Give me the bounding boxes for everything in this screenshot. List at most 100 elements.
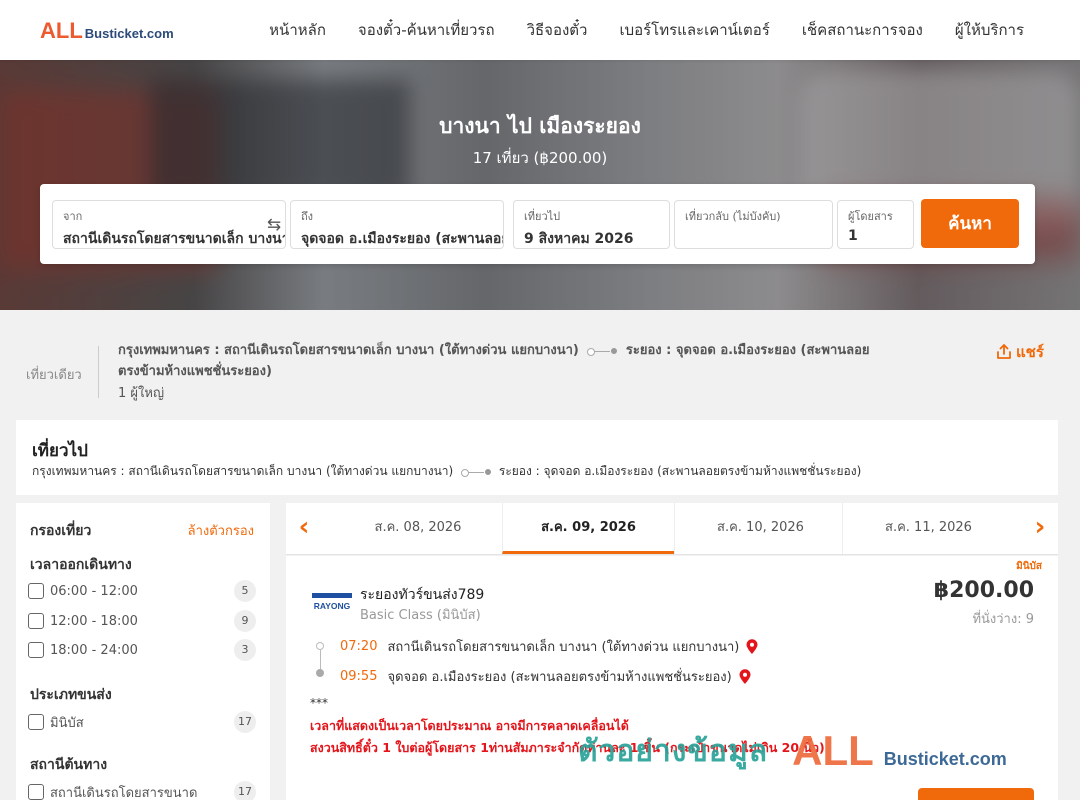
checkbox[interactable] xyxy=(28,784,44,800)
filter-option-minibus[interactable]: มินิบัส 17 xyxy=(28,710,256,734)
date-tab[interactable]: ส.ค. 10, 2026 xyxy=(674,503,846,554)
outbound-origin: กรุงเทพมหานคร : สถานีเดินรถโดยสารขนาดเล็… xyxy=(32,464,454,478)
to-value: จุดจอด อ.เมืองระยอง (สะพานลอย xyxy=(301,231,504,247)
watermark: ตัวอย่างข้อมูล ALL Busticket.com xyxy=(578,727,1007,774)
clear-filters-button[interactable]: ล้างตัวกรอง xyxy=(188,520,254,541)
summary-route: กรุงเทพมหานคร : สถานีเดินรถโดยสารขนาดเล็… xyxy=(118,340,878,382)
to-field[interactable]: ถึง จุดจอด อ.เมืองระยอง (สะพานลอย xyxy=(290,200,504,249)
filter-option-evening[interactable]: 18:00 - 24:00 3 xyxy=(28,638,256,662)
chevron-right-icon[interactable]: › xyxy=(1028,514,1052,541)
vehicle-type-tag: มินิบัส xyxy=(1016,561,1042,572)
logo-busticket-text: Busticket.com xyxy=(84,26,174,41)
filter-option-afternoon[interactable]: 12:00 - 18:00 9 xyxy=(28,609,256,633)
map-pin-icon[interactable] xyxy=(745,638,759,655)
seats-available: ที่นั่งว่าง: 9 xyxy=(972,612,1034,627)
summary-divider xyxy=(98,346,99,398)
checkbox[interactable] xyxy=(28,714,44,730)
timeline-line xyxy=(320,650,321,670)
date-tab[interactable]: ส.ค. 08, 2026 xyxy=(332,503,504,554)
operator-logo-text: RAYONG xyxy=(314,601,351,611)
nav-how-to-book[interactable]: วิธีจองตั๋ว xyxy=(527,18,588,42)
depart-value: 9 สิงหาคม 2026 xyxy=(524,231,634,247)
operator-logo: RAYONG xyxy=(312,593,352,611)
share-button[interactable]: แชร์ xyxy=(996,340,1044,364)
search-button[interactable]: ค้นหา xyxy=(921,199,1019,248)
passenger-field[interactable]: ผู้โดยสาร 1 xyxy=(837,200,914,249)
filter-option-label: สถานีเดินรถโดยสารขนาด xyxy=(50,785,198,800)
depart-label: เที่ยวไป xyxy=(524,210,561,223)
outbound-title: เที่ยวไป xyxy=(32,441,88,461)
chevron-left-icon[interactable]: ‹ xyxy=(292,514,316,541)
passenger-value: 1 xyxy=(848,228,858,244)
route-title: บางนา ไป เมืองระยอง xyxy=(439,114,641,138)
filter-option-morning[interactable]: 06:00 - 12:00 5 xyxy=(28,579,256,603)
summary-passengers: 1 ผู้ใหญ่ xyxy=(118,386,165,401)
outbound-destination: ระยอง : จุดจอด อ.เมืองระยอง (สะพานลอยตรง… xyxy=(498,464,862,478)
departure-stop: 07:20 สถานีเดินรถโดยสารขนาดเล็ก บางนา (ใ… xyxy=(340,636,759,657)
from-value: สถานีเดินรถโดยสารขนาดเล็ก บางนา xyxy=(63,231,286,247)
filter-count-badge: 17 xyxy=(234,781,256,800)
nav-home[interactable]: หน้าหลัก xyxy=(269,18,326,42)
trip-type-label: เที่ยวเดียว xyxy=(26,368,82,383)
return-date-field[interactable]: เที่ยวกลับ (ไม่บังคับ) xyxy=(674,200,833,249)
select-trip-button[interactable] xyxy=(918,788,1034,800)
date-selector: ‹ ส.ค. 08, 2026 ส.ค. 09, 2026 ส.ค. 10, 2… xyxy=(286,503,1058,555)
nav-check-booking[interactable]: เช็คสถานะการจอง xyxy=(802,18,923,42)
logo-all-text: ALL xyxy=(40,18,83,43)
operator-name: ระยองทัวร์ขนส่ง789 xyxy=(360,587,485,603)
departure-time: 07:20 xyxy=(340,639,378,654)
filter-count-badge: 5 xyxy=(234,580,256,602)
arrival-station: จุดจอด อ.เมืองระยอง (สะพานลอยตรงข้ามห้าง… xyxy=(387,670,732,685)
filter-option-label: 18:00 - 24:00 xyxy=(50,642,138,658)
filter-count-badge: 17 xyxy=(234,711,256,733)
from-field[interactable]: จาก สถานีเดินรถโดยสารขนาดเล็ก บางนา xyxy=(52,200,286,249)
checkbox[interactable] xyxy=(28,642,44,658)
nav-book-search[interactable]: จองตั๋ว-ค้นหาเที่ยวรถ xyxy=(358,18,495,42)
note-marker: *** xyxy=(310,696,328,710)
main-nav: หน้าหลัก จองตั๋ว-ค้นหาเที่ยวรถ วิธีจองตั… xyxy=(269,0,1024,60)
timeline-start-dot xyxy=(316,642,324,650)
filter-title: กรองเที่ยว xyxy=(30,523,92,539)
filter-count-badge: 3 xyxy=(234,639,256,661)
summary-origin: กรุงเทพมหานคร : สถานีเดินรถโดยสารขนาดเล็… xyxy=(118,343,579,358)
arrival-stop: 09:55 จุดจอด อ.เมืองระยอง (สะพานลอยตรงข้… xyxy=(340,666,752,687)
share-icon xyxy=(997,344,1011,359)
hero-banner: บางนา ไป เมืองระยอง 17 เที่ยว (฿200.00) … xyxy=(0,60,1080,310)
top-navigation-bar: ALL Busticket.com หน้าหลัก จองตั๋ว-ค้นหา… xyxy=(0,0,1080,60)
depart-date-field[interactable]: เที่ยวไป 9 สิงหาคม 2026 xyxy=(513,200,670,249)
nav-operators[interactable]: ผู้ให้บริการ xyxy=(955,18,1024,42)
filter-group-title: สถานีต้นทาง xyxy=(30,757,108,773)
checkbox[interactable] xyxy=(28,613,44,629)
outbound-section: เที่ยวไป กรุงเทพมหานคร : สถานีเดินรถโดยส… xyxy=(16,420,1058,495)
filter-option-label: 06:00 - 12:00 xyxy=(50,583,138,599)
filter-count-badge: 9 xyxy=(234,610,256,632)
watermark-text: ตัวอย่างข้อมูล xyxy=(578,733,769,769)
filter-option-origin-station[interactable]: สถานีเดินรถโดยสารขนาด 17 xyxy=(28,780,256,800)
swap-arrows-icon[interactable]: ⇆ xyxy=(264,215,284,235)
date-tab[interactable]: ส.ค. 11, 2026 xyxy=(842,503,1014,554)
date-tab-active[interactable]: ส.ค. 09, 2026 xyxy=(502,503,674,554)
filter-option-label: 12:00 - 18:00 xyxy=(50,613,138,629)
filter-sidebar: กรองเที่ยว ล้างตัวกรอง เวลาออกเดินทาง 06… xyxy=(16,503,270,800)
share-label: แชร์ xyxy=(1016,343,1044,361)
checkbox[interactable] xyxy=(28,583,44,599)
route-connector-icon xyxy=(461,467,492,477)
filter-group-title: เวลาออกเดินทาง xyxy=(30,557,132,573)
site-logo[interactable]: ALL Busticket.com xyxy=(40,18,174,44)
filter-option-label: มินิบัส xyxy=(50,715,84,731)
to-label: ถึง xyxy=(301,210,314,223)
departure-station: สถานีเดินรถโดยสารขนาดเล็ก บางนา (ใต้ทางด… xyxy=(387,640,740,655)
watermark-logo-all: ALL xyxy=(792,727,874,774)
ticket-price: ฿200.00 xyxy=(933,578,1034,603)
search-form: จาก สถานีเดินรถโดยสารขนาดเล็ก บางนา ⇆ ถึ… xyxy=(40,184,1035,264)
from-label: จาก xyxy=(63,210,83,223)
nav-phone-counter[interactable]: เบอร์โทรและเคาน์เตอร์ xyxy=(619,18,769,42)
trip-summary: เที่ยวเดียว กรุงเทพมหานคร : สถานีเดินรถโ… xyxy=(0,310,1080,420)
outbound-route: กรุงเทพมหานคร : สถานีเดินรถโดยสารขนาดเล็… xyxy=(32,462,861,481)
timeline-end-dot xyxy=(316,669,324,677)
route-connector-icon xyxy=(587,346,618,356)
passenger-label: ผู้โดยสาร xyxy=(848,210,893,223)
filter-group-title: ประเภทขนส่ง xyxy=(30,687,112,703)
watermark-logo-rest: Busticket.com xyxy=(883,749,1007,769)
map-pin-icon[interactable] xyxy=(738,668,752,685)
